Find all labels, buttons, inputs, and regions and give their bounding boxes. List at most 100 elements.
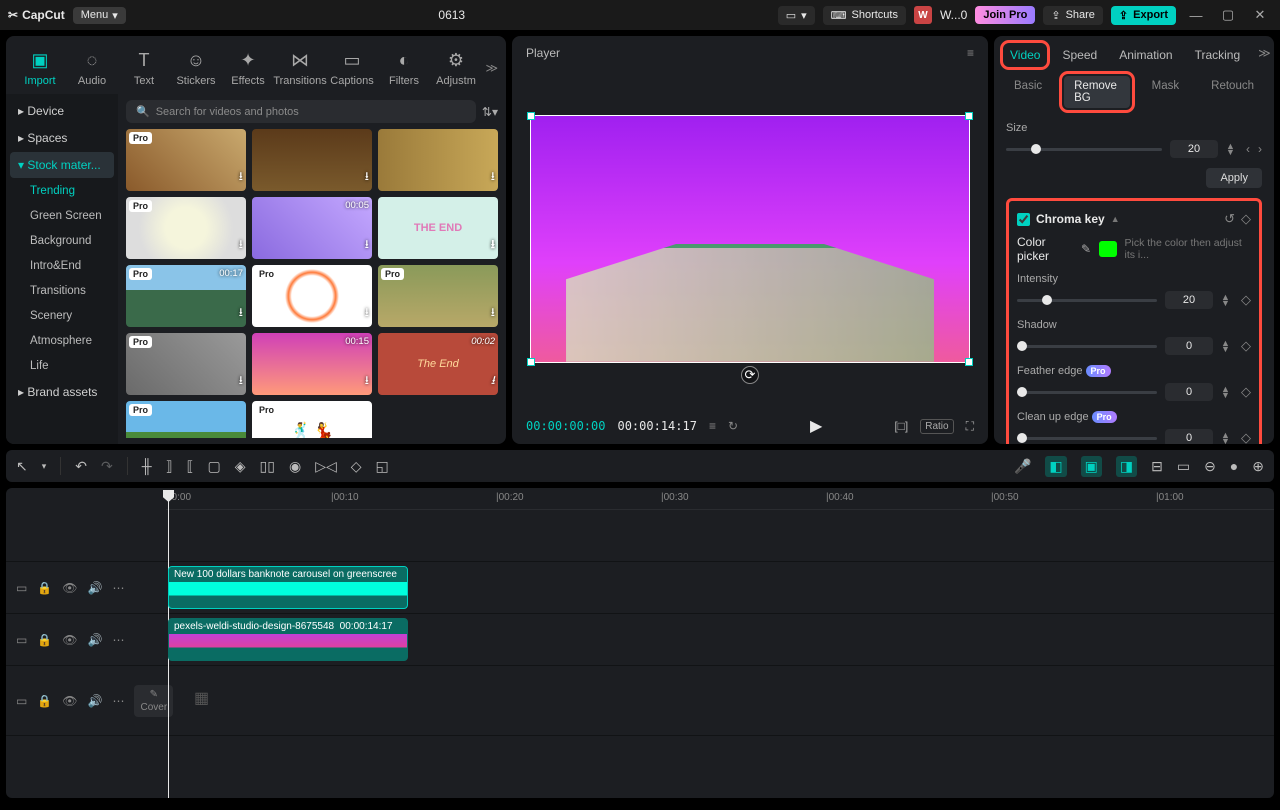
shortcuts-button[interactable]: ⌨ Shortcuts — [823, 6, 906, 25]
fullscreen-icon[interactable]: ⛶ — [966, 419, 974, 434]
tab-tracking[interactable]: Tracking — [1191, 46, 1245, 64]
download-icon[interactable]: ⭳ — [491, 303, 495, 324]
stock-thumb[interactable]: Pro⭳ — [126, 401, 246, 438]
nav-next-icon[interactable]: › — [1258, 142, 1262, 156]
more-icon[interactable]: ⋯ — [112, 633, 124, 647]
selection-tool-icon[interactable]: ↖ — [16, 458, 28, 475]
magnet-center-icon[interactable]: ▣ — [1081, 456, 1102, 477]
zoom-in-icon[interactable]: ⊕ — [1252, 458, 1264, 475]
tab-audio[interactable]: ◌Audio — [66, 50, 118, 87]
cleanup-slider[interactable] — [1017, 437, 1157, 440]
eye-icon[interactable]: 👁 — [62, 581, 77, 595]
stock-thumb[interactable]: Pro⭳ — [126, 333, 246, 395]
nav-scenery[interactable]: Scenery — [10, 304, 114, 328]
tab-transitions[interactable]: ⋈Transitions — [274, 50, 326, 87]
nav-device[interactable]: ▸ Device — [10, 98, 114, 124]
subtab-retouch[interactable]: Retouch — [1201, 76, 1264, 108]
resize-handle[interactable] — [527, 112, 535, 120]
tab-text[interactable]: TText — [118, 50, 170, 87]
keyframe-icon[interactable]: ◇ — [1241, 292, 1251, 308]
collapse-icon[interactable]: ▭ — [16, 581, 27, 595]
mute-icon[interactable]: 🔊 — [88, 694, 103, 708]
layout-button[interactable]: ▭▾ — [778, 6, 815, 25]
download-icon[interactable]: ⭳ — [239, 303, 243, 324]
maximize-button[interactable]: ▢ — [1216, 7, 1240, 23]
user-avatar[interactable]: W — [914, 6, 932, 24]
nav-intro-end[interactable]: Intro&End — [10, 254, 114, 278]
mute-icon[interactable]: 🔊 — [88, 633, 103, 647]
chevron-up-icon[interactable]: ▲ — [1111, 214, 1120, 224]
size-value[interactable]: 20 — [1170, 140, 1218, 158]
stock-thumb[interactable]: 00:05⭳ — [252, 197, 372, 259]
split-icon[interactable]: ╫ — [142, 458, 152, 474]
keyframe-icon[interactable]: ◇ — [1241, 430, 1251, 444]
resize-handle[interactable] — [527, 358, 535, 366]
tab-adjustment[interactable]: ⚙Adjustm — [430, 50, 482, 87]
tab-filters[interactable]: ◐Filters — [378, 50, 430, 87]
player-canvas[interactable]: ⟳ — [530, 115, 970, 363]
nav-green-screen[interactable]: Green Screen — [10, 204, 114, 228]
join-pro-button[interactable]: Join Pro — [975, 6, 1035, 24]
reset-icon[interactable]: ↺ — [1224, 211, 1235, 227]
more-icon[interactable]: ⋯ — [112, 581, 124, 595]
collapse-icon[interactable]: ▭ — [16, 633, 27, 647]
clip-background[interactable]: pexels-weldi-studio-design-8675548 00:00… — [168, 618, 408, 661]
compound-icon[interactable]: ▯▯ — [260, 458, 275, 475]
nav-atmosphere[interactable]: Atmosphere — [10, 329, 114, 353]
download-icon[interactable]: ⭳ — [365, 167, 369, 188]
subtab-mask[interactable]: Mask — [1142, 76, 1189, 108]
subtab-remove-bg[interactable]: Remove BG — [1064, 76, 1130, 108]
mute-icon[interactable]: 🔊 — [88, 581, 103, 595]
stock-thumb[interactable]: 00:02The End⭳ — [378, 333, 498, 395]
nav-brand-assets[interactable]: ▸ Brand assets — [10, 379, 114, 405]
cleanup-value[interactable]: 0 — [1165, 429, 1213, 444]
crop-icon[interactable]: ◱ — [376, 458, 389, 475]
stock-thumb[interactable]: Pro⭳ — [378, 265, 498, 327]
filter-button[interactable]: ⇅▾ — [482, 105, 498, 119]
shadow-spinner[interactable]: ▲▼ — [1221, 340, 1233, 352]
add-media-placeholder[interactable]: ▦ — [194, 688, 209, 708]
magnet-right-icon[interactable]: ◨ — [1116, 456, 1137, 477]
download-icon[interactable]: ⭳ — [239, 167, 243, 188]
mirror-icon[interactable]: ▷◁ — [315, 458, 337, 475]
resize-handle[interactable] — [965, 112, 973, 120]
stock-thumb[interactable]: Pro00:17⭳ — [126, 265, 246, 327]
download-icon[interactable]: ⭳ — [239, 235, 243, 256]
play-button[interactable]: ▶ — [810, 416, 822, 436]
stock-thumb[interactable]: Pro🕺💃⭳ — [252, 401, 372, 438]
download-icon[interactable]: ⭳ — [239, 371, 243, 392]
menu-button[interactable]: Menu ▾ — [73, 7, 126, 24]
apply-button[interactable]: Apply — [1206, 168, 1262, 188]
feather-value[interactable]: 0 — [1165, 383, 1213, 401]
feather-slider[interactable] — [1017, 391, 1157, 394]
stock-thumb[interactable]: ⭳ — [252, 129, 372, 191]
keyframe-icon[interactable]: ◇ — [1241, 211, 1251, 227]
loop-icon[interactable]: ↻ — [728, 419, 738, 433]
mic-icon[interactable]: 🎤 — [1014, 458, 1031, 475]
trim-left-icon[interactable]: ⟧ — [166, 458, 173, 475]
tab-import[interactable]: ▣Import — [14, 50, 66, 87]
nav-prev-icon[interactable]: ‹ — [1246, 142, 1250, 156]
clip-greenscreen[interactable]: New 100 dollars banknote carousel on gre… — [168, 566, 408, 609]
keyframe-icon[interactable]: ◇ — [1241, 338, 1251, 354]
export-button[interactable]: ⇪ Export — [1111, 6, 1176, 25]
collapse-icon[interactable]: ▭ — [16, 694, 27, 708]
nav-life[interactable]: Life — [10, 354, 114, 378]
tab-effects[interactable]: ✦Effects — [222, 50, 274, 87]
shadow-slider[interactable] — [1017, 345, 1157, 348]
overflow-icon[interactable]: ≫ — [1258, 46, 1271, 64]
download-icon[interactable]: ⭳ — [491, 167, 495, 188]
tool-chevron-icon[interactable]: ▾ — [42, 461, 47, 472]
download-icon[interactable]: ⭳ — [365, 235, 369, 256]
undo-icon[interactable]: ↶ — [75, 458, 87, 475]
color-swatch[interactable] — [1099, 241, 1116, 257]
player-menu-icon[interactable]: ≡ — [967, 46, 974, 60]
stock-thumb[interactable]: Pro⭳ — [252, 265, 372, 327]
intensity-spinner[interactable]: ▲▼ — [1221, 294, 1233, 306]
stock-thumb[interactable]: Pro⭳ — [126, 129, 246, 191]
ratio-button[interactable]: Ratio — [920, 419, 953, 434]
share-button[interactable]: ⇪ Share — [1043, 6, 1103, 25]
fit-icon[interactable]: [□] — [894, 419, 908, 433]
feather-spinner[interactable]: ▲▼ — [1221, 386, 1233, 398]
redo-icon[interactable]: ↷ — [101, 458, 113, 475]
